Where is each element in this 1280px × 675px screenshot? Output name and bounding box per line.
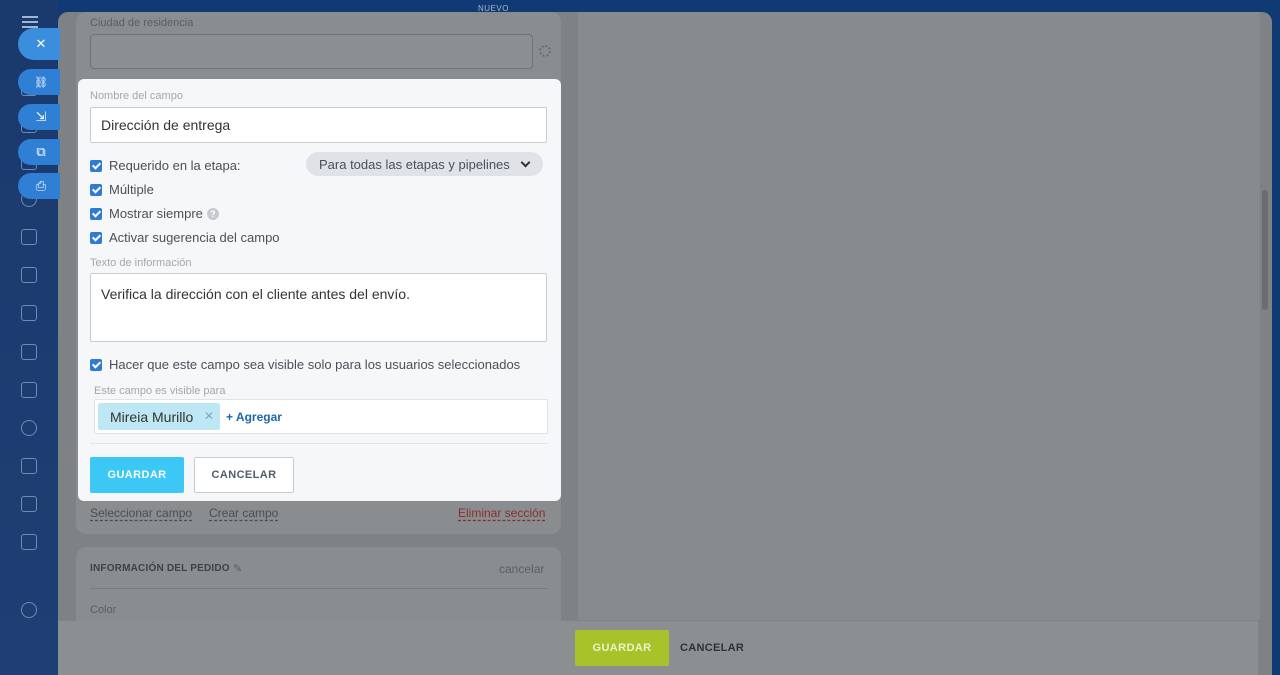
color-label: Color [90,604,117,616]
remove-user-icon[interactable]: ✕ [204,409,214,423]
gear-icon[interactable] [539,45,551,57]
print-button[interactable]: ⎙ [18,173,60,199]
tasks-icon[interactable] [21,458,37,474]
select-field-link[interactable]: Seleccionar campo [90,506,192,520]
always-show-checkbox[interactable] [90,207,102,220]
field-name-input[interactable] [90,107,547,143]
suggestions-checkbox-row[interactable]: Activar sugerencia del campo [90,230,280,245]
document-icon[interactable] [21,267,37,283]
visible-selected-label: Hacer que este campo sea visible solo pa… [109,357,521,372]
user-tag-name: Mireia Murillo [110,408,194,425]
stage-select[interactable]: Para todas las etapas y pipelines [306,152,543,176]
add-user-link[interactable]: + Agregar [226,410,282,424]
slider-right-panel [578,12,1260,620]
download-button[interactable]: ⇲ [18,104,60,130]
board-icon[interactable] [21,305,37,321]
filter-icon[interactable] [21,496,37,512]
suggestions-label: Activar sugerencia del campo [109,230,280,245]
info-text-input[interactable]: Verifica la dirección con el cliente ant… [90,273,547,342]
divider [90,443,547,444]
delete-section-link[interactable]: Eliminar sección [458,506,545,520]
mail-icon[interactable] [21,382,37,398]
settings-icon[interactable] [21,602,37,618]
close-icon: ✕ [35,36,47,51]
order-section-cancel[interactable]: cancelar [499,562,544,576]
residence-input[interactable] [90,34,533,69]
stage-select-value: Para todas las etapas y pipelines [319,156,510,172]
multiple-checkbox[interactable] [90,183,102,196]
close-slider-button[interactable]: ✕ [18,28,60,60]
multiple-label: Múltiple [109,182,154,197]
always-show-label: Mostrar siempre [109,206,203,221]
order-section-title: INFORMACIÓN DEL PEDIDO [90,563,230,574]
card-icon[interactable] [21,344,37,360]
open-new-window-button[interactable]: ⧉ [18,139,60,165]
suggestions-checkbox[interactable] [90,231,102,244]
required-label: Requerido en la etapa: [109,158,241,173]
multiple-checkbox-row[interactable]: Múltiple [90,182,154,197]
robot-icon[interactable] [21,534,37,550]
visible-selected-checkbox[interactable] [90,358,102,371]
visible-selected-checkbox-row[interactable]: Hacer que este campo sea visible solo pa… [90,357,520,372]
required-checkbox[interactable] [90,159,102,172]
scrollbar[interactable] [1262,190,1268,310]
info-text-label: Texto de información [90,257,192,269]
menu-icon[interactable] [22,16,38,28]
user-tag: Mireia Murillo ✕ [98,403,220,430]
always-show-checkbox-row[interactable]: Mostrar siempre ? [90,206,219,221]
visible-users-selector[interactable]: Mireia Murillo ✕ + Agregar [94,399,548,434]
visible-for-label: Este campo es visible para [94,385,226,397]
download-icon: ⇲ [35,109,47,124]
app-sidebar [0,0,58,675]
cancel-button[interactable]: CANCELAR [680,642,744,654]
print-icon: ⎙ [35,178,47,193]
open-external-icon: ⧉ [36,144,46,159]
save-button[interactable]: GUARDAR [575,630,669,666]
copy-link-button[interactable]: ⛓ [18,69,60,95]
residence-label: Ciudad de residencia [90,17,194,29]
create-field-link[interactable]: Crear campo [209,506,278,520]
contacts-icon[interactable] [21,420,37,436]
cancel-field-button[interactable]: CANCELAR [194,457,294,493]
chevron-down-icon [520,157,531,168]
pencil-icon[interactable]: ✎ [233,562,242,575]
save-field-button[interactable]: GUARDAR [90,457,184,493]
field-name-label: Nombre del campo [90,90,183,102]
required-checkbox-row[interactable]: Requerido en la etapa: [90,158,241,173]
help-icon[interactable]: ? [206,207,219,220]
calendar-icon[interactable] [21,229,37,245]
divider [90,588,547,589]
link-icon: ⛓ [34,76,48,89]
